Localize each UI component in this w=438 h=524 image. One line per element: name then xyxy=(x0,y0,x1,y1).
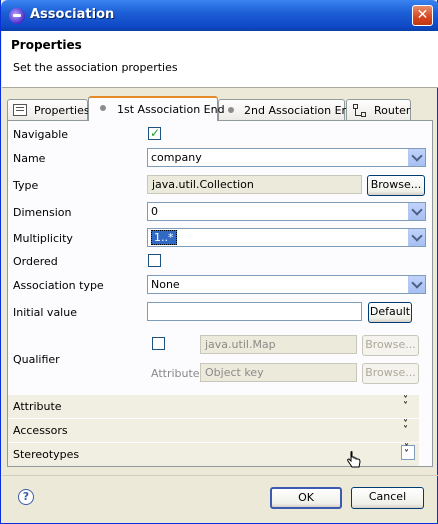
navigable-label: Navigable xyxy=(13,128,69,141)
tab-2nd-association-end[interactable]: 2nd Association End xyxy=(218,99,355,120)
section-label: Accessors xyxy=(13,424,68,437)
qualifier-attribute-label: Attribute xyxy=(151,367,200,380)
initial-value-input[interactable] xyxy=(147,302,362,321)
hand-cursor-icon xyxy=(347,451,361,468)
router-icon xyxy=(353,104,367,117)
type-field: java.util.Collection xyxy=(147,175,362,194)
properties-tab-icon xyxy=(13,104,27,116)
tab-label: Router xyxy=(374,104,411,117)
close-button[interactable]: ✕ xyxy=(412,5,433,26)
tab-router[interactable]: Router xyxy=(346,99,411,120)
qualifier-attribute-field: Object key xyxy=(200,363,357,382)
name-label: Name xyxy=(13,152,46,165)
footer-divider xyxy=(2,475,438,476)
chevron-down-icon[interactable] xyxy=(408,149,425,166)
eclipse-app-icon xyxy=(9,8,25,24)
multiplicity-combo[interactable]: 1..* xyxy=(147,228,426,247)
section-label: Attribute xyxy=(13,400,62,413)
default-button[interactable]: Default xyxy=(368,302,412,323)
ordered-label: Ordered xyxy=(13,255,58,268)
tab-label: Properties xyxy=(34,104,90,117)
tab-label: 2nd Association End xyxy=(244,104,356,117)
tab-dot-icon xyxy=(228,107,234,113)
type-browse-button[interactable]: Browse... xyxy=(367,175,425,196)
type-label: Type xyxy=(13,179,39,192)
name-value: company xyxy=(151,151,202,164)
qualifier-type-browse-button[interactable]: Browse... xyxy=(362,335,419,356)
chevron-down-icon[interactable] xyxy=(408,203,425,220)
dimension-combo[interactable]: 0 xyxy=(147,202,426,221)
qualifier-attribute-browse-button[interactable]: Browse... xyxy=(362,363,419,384)
dialog-header: Properties Set the association propertie… xyxy=(2,31,438,88)
help-icon[interactable]: ? xyxy=(18,489,34,505)
chevron-down-icon[interactable] xyxy=(408,276,425,293)
association-type-combo[interactable]: None xyxy=(147,275,426,294)
tab-dot-icon xyxy=(100,105,106,111)
name-combo[interactable]: company xyxy=(147,148,426,167)
association-type-label: Association type xyxy=(13,279,104,292)
ordered-checkbox[interactable] xyxy=(148,254,161,267)
tab-label: 1st Association End xyxy=(117,103,225,116)
qualifier-type-field: java.util.Map xyxy=(200,335,357,354)
section-accessors[interactable]: Accessors ˅ ˅ xyxy=(8,419,419,442)
multiplicity-label: Multiplicity xyxy=(13,232,73,245)
title-bar[interactable]: Association ✕ xyxy=(1,0,438,31)
double-chevron-down-icon[interactable]: ˅ ˅ xyxy=(403,396,413,412)
header-subtitle: Set the association properties xyxy=(13,61,178,74)
close-icon: ✕ xyxy=(416,7,429,23)
qualifier-attribute-value: Object key xyxy=(205,366,264,379)
qualifier-type-value: java.util.Map xyxy=(205,338,276,351)
section-label: Stereotypes xyxy=(13,448,80,461)
type-value: java.util.Collection xyxy=(152,178,254,191)
dimension-value: 0 xyxy=(151,205,158,218)
initial-value-label: Initial value xyxy=(13,306,77,319)
association-type-value: None xyxy=(151,278,180,291)
header-title: Properties xyxy=(11,38,82,52)
double-chevron-down-icon[interactable]: ˅ ˅ xyxy=(403,420,413,436)
cancel-button[interactable]: Cancel xyxy=(351,487,424,509)
qualifier-label: Qualifier xyxy=(13,353,60,366)
dimension-label: Dimension xyxy=(13,206,72,219)
tab-1st-association-end[interactable]: 1st Association End xyxy=(88,96,225,121)
checkmark-icon: ✓ xyxy=(150,126,161,140)
double-chevron-down-icon[interactable]: ˅ ˅ xyxy=(401,444,415,460)
dialog-window: Association ✕ Properties Set the associa… xyxy=(0,0,438,524)
tab-properties[interactable]: Properties xyxy=(7,99,90,120)
qualifier-checkbox[interactable] xyxy=(152,337,165,350)
ok-button[interactable]: OK xyxy=(270,487,342,509)
navigable-checkbox[interactable]: ✓ xyxy=(148,126,161,140)
chevron-down-icon[interactable] xyxy=(408,229,425,246)
multiplicity-value: 1..* xyxy=(151,230,177,245)
window-title: Association xyxy=(30,7,115,22)
section-attribute[interactable]: Attribute ˅ ˅ xyxy=(8,395,419,418)
